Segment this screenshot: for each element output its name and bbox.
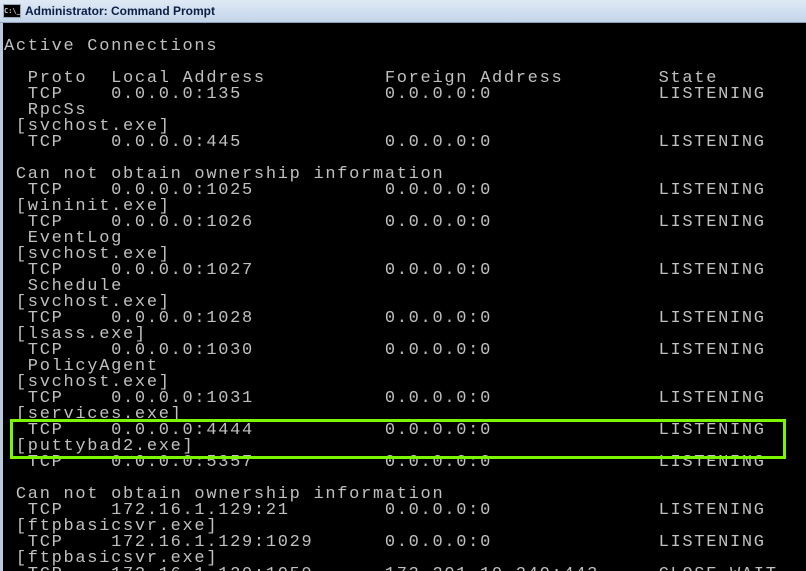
console-line: [ftpbasicsvr.exe] <box>4 517 219 536</box>
console-line: TCP 0.0.0.0:1027 0.0.0.0:0 LISTENING <box>4 261 766 280</box>
console-line: TCP 172.16.1.129:1029 0.0.0.0:0 LISTENIN… <box>4 533 766 552</box>
console-line: [wininit.exe] <box>4 197 171 216</box>
console-line: TCP 0.0.0.0:1028 0.0.0.0:0 LISTENING <box>4 309 766 328</box>
title-bar[interactable]: C:\_ Administrator: Command Prompt <box>0 0 806 23</box>
console-line: TCP 0.0.0.0:1030 0.0.0.0:0 LISTENING <box>4 341 766 360</box>
console-line: Can not obtain ownership information <box>4 485 445 504</box>
highlight-box <box>10 419 786 459</box>
window-frame <box>0 23 3 571</box>
console-line: [svchost.exe] <box>4 373 171 392</box>
console-line: TCP 0.0.0.0:445 0.0.0.0:0 LISTENING <box>4 133 766 152</box>
console-line: [ftpbasicsvr.exe] <box>4 549 219 568</box>
console-line: [svchost.exe] <box>4 293 171 312</box>
console-line: EventLog <box>4 229 124 248</box>
console-line: TCP 0.0.0.0:1031 0.0.0.0:0 LISTENING <box>4 389 766 408</box>
console-line: Proto Local Address Foreign Address Stat… <box>4 69 719 88</box>
window-title: Administrator: Command Prompt <box>25 4 216 18</box>
console-line: Active Connections <box>4 37 219 56</box>
console-line: [svchost.exe] <box>4 245 171 264</box>
console-line: PolicyAgent <box>4 357 159 376</box>
console-output[interactable]: Active Connections Proto Local Address F… <box>4 23 806 571</box>
console-line: TCP 0.0.0.0:135 0.0.0.0:0 LISTENING <box>4 85 766 104</box>
console-line: [lsass.exe] <box>4 325 147 344</box>
console-line: TCP 172.16.1.129:1059 173.201.19.240:443… <box>4 566 806 571</box>
console-line: [svchost.exe] <box>4 117 171 136</box>
console-line: Schedule <box>4 277 124 296</box>
console-line: TCP 172.16.1.129:21 0.0.0.0:0 LISTENING <box>4 501 766 520</box>
console-line: TCP 0.0.0.0:1026 0.0.0.0:0 LISTENING <box>4 213 766 232</box>
console-line: Can not obtain ownership information <box>4 165 445 184</box>
console-line: RpcSs <box>4 101 88 120</box>
cmd-icon[interactable]: C:\_ <box>3 4 21 18</box>
console-line: TCP 0.0.0.0:1025 0.0.0.0:0 LISTENING <box>4 181 766 200</box>
